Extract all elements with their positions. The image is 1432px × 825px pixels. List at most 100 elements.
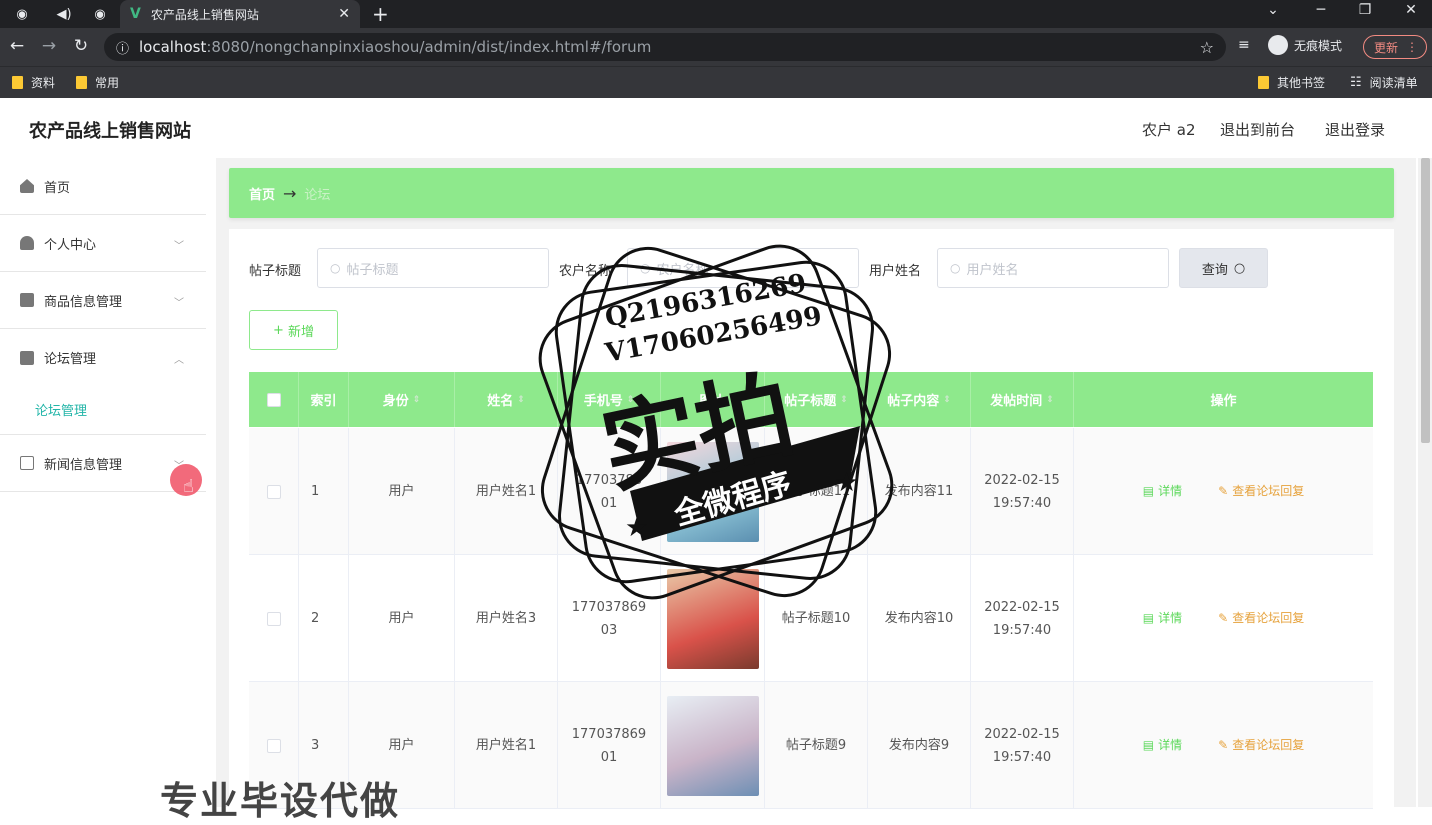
sidebar-item-label: 论坛管理 <box>44 352 97 367</box>
col-label: 索引 <box>310 394 337 409</box>
col-actions: 操作 <box>1074 372 1373 427</box>
sort-icon[interactable]: ⇕ <box>943 395 951 405</box>
sidebar-item-label: 个人中心 <box>44 237 97 253</box>
bookmark-folder-2[interactable]: 常用 <box>76 74 119 91</box>
sidebar-item-home[interactable]: 首页 <box>0 158 206 215</box>
cell-title: 帖子标题9 <box>765 682 868 809</box>
page-scrollbar[interactable] <box>1418 158 1432 807</box>
tab-close-icon[interactable]: ✕ <box>338 6 350 22</box>
pinned-tab-globe-icon[interactable]: ◉ <box>10 4 34 24</box>
address-bar[interactable]: ⓘ localhost :8080/nongchanpinxiaoshou/ad… <box>104 33 1226 61</box>
document-icon: ▤ <box>1142 611 1155 625</box>
url-path: :8080/nongchanpinxiaoshou/admin/dist/ind… <box>206 38 652 56</box>
sidebar-item-products[interactable]: 商品信息管理 ﹀ <box>0 272 206 329</box>
other-bookmarks[interactable]: 其他书签 <box>1258 74 1325 91</box>
sidebar-subitem-forum-management[interactable]: 论坛管理 <box>0 384 206 434</box>
site-info-icon[interactable]: ⓘ <box>116 38 129 57</box>
post-image[interactable] <box>666 695 759 796</box>
post-date: 2022-02-15 <box>984 472 1060 488</box>
scrollbar-thumb[interactable] <box>1421 158 1430 443</box>
sidebar-item-personal[interactable]: 个人中心 ﹀ <box>0 215 206 272</box>
sidebar-item-label: 新闻信息管理 <box>44 457 123 473</box>
bookmarks-bar: 资料 常用 其他书签 ☷ 阅读清单 <box>0 66 1432 98</box>
select-all-checkbox-cell[interactable] <box>249 372 299 427</box>
breadcrumb-home[interactable]: 首页 <box>249 184 275 203</box>
new-tab-icon[interactable]: + <box>372 2 389 26</box>
plus-icon: + <box>273 322 284 338</box>
minimize-icon[interactable]: ─ <box>1306 2 1336 18</box>
bookmark-label: 其他书签 <box>1277 76 1326 90</box>
sidebar-item-forum[interactable]: 论坛管理 ︿ <box>0 329 206 386</box>
window-close-icon[interactable]: ✕ <box>1396 2 1426 18</box>
pinned-tab-globe-icon-2[interactable]: ◉ <box>88 4 112 24</box>
select-all-checkbox[interactable] <box>266 392 281 407</box>
forward-arrow-icon[interactable]: → <box>38 36 60 56</box>
col-role[interactable]: 身份 ⇕ <box>349 372 455 427</box>
bookmark-star-icon[interactable]: ☆ <box>1200 38 1214 57</box>
bookmark-folder-1[interactable]: 资料 <box>12 74 55 91</box>
back-arrow-icon[interactable]: ← <box>6 36 28 56</box>
cell-role: 用户 <box>349 555 455 682</box>
svg-text:★: ★ <box>625 513 648 543</box>
cell-time: 2022-02-15 19:57:40 <box>971 428 1074 555</box>
detail-button[interactable]: ▤ 详情 <box>1143 734 1182 757</box>
detail-label: 详情 <box>1158 484 1183 498</box>
incognito-label: 无痕模式 <box>1294 38 1343 53</box>
folder-icon <box>12 76 23 89</box>
cell-name: 用户姓名1 <box>455 682 558 809</box>
sort-icon[interactable]: ⇕ <box>413 395 421 405</box>
sidebar-item-label: 首页 <box>44 180 71 196</box>
update-label: 更新 <box>1374 40 1399 55</box>
restore-icon[interactable]: ❐ <box>1350 2 1380 18</box>
col-label: 发帖时间 <box>990 394 1043 409</box>
edit-icon: ✎ <box>1218 484 1229 498</box>
add-button[interactable]: + 新增 <box>249 310 338 350</box>
row-checkbox-cell[interactable] <box>249 555 299 682</box>
view-replies-button[interactable]: ✎ 查看论坛回复 <box>1218 480 1304 503</box>
reading-list[interactable]: ☷ 阅读清单 <box>1350 74 1418 91</box>
current-user: 农户 a2 <box>1142 121 1196 139</box>
query-button[interactable]: 查询 ○ <box>1179 248 1268 288</box>
search-icon: ○ <box>1233 260 1246 276</box>
active-tab[interactable]: V 农产品线上销售网站 ✕ <box>120 0 360 28</box>
row-checkbox[interactable] <box>266 611 281 626</box>
reload-icon[interactable]: ↻ <box>70 36 92 56</box>
detail-button[interactable]: ▤ 详情 <box>1143 480 1182 503</box>
title-filter-input[interactable]: ○ 帖子标题 <box>317 248 549 288</box>
search-icon: ○ <box>950 261 961 275</box>
detail-label: 详情 <box>1158 611 1183 625</box>
view-replies-button[interactable]: ✎ 查看论坛回复 <box>1218 607 1304 630</box>
reply-label: 查看论坛回复 <box>1232 611 1305 625</box>
site-title: 农产品线上销售网站 <box>29 121 191 142</box>
col-label: 姓名 <box>487 394 514 409</box>
bookmark-label: 阅读清单 <box>1369 76 1418 90</box>
update-button[interactable]: 更新 ⋮ <box>1363 35 1427 59</box>
user-filter-input[interactable]: ○ 用户姓名 <box>937 248 1169 288</box>
svg-text:★: ★ <box>835 468 858 498</box>
logout-link[interactable]: 退出登录 <box>1325 119 1385 140</box>
tab-search-chevron-icon[interactable]: ⌄ <box>1258 2 1288 18</box>
table-row: 3 用户 用户姓名1 177037869 01 帖子标题9 发布内容9 2022-02-15 1… <box>249 682 1373 809</box>
cell-actions: ▤ 详情 ✎ 查看论坛回复 <box>1074 428 1373 555</box>
exit-to-front-link[interactable]: 退出到前台 <box>1220 119 1295 140</box>
cell-actions: ▤ 详情 ✎ 查看论坛回复 <box>1074 682 1373 809</box>
view-replies-button[interactable]: ✎ 查看论坛回复 <box>1218 734 1304 757</box>
reading-queue-icon[interactable]: ≡ <box>1238 37 1250 53</box>
col-index: 索引 <box>299 372 349 427</box>
pinned-tab-audio-icon[interactable]: ◀) <box>52 4 76 24</box>
cell-time: 2022-02-15 19:57:40 <box>971 555 1074 682</box>
detail-button[interactable]: ▤ 详情 <box>1143 607 1182 630</box>
col-time[interactable]: 发帖时间 ⇕ <box>971 372 1074 427</box>
col-label: 操作 <box>1210 394 1237 409</box>
cell-content: 发布内容9 <box>868 682 971 809</box>
post-date: 2022-02-15 <box>984 599 1060 615</box>
row-checkbox[interactable] <box>266 738 281 753</box>
menu-dots-icon: ⋮ <box>1406 40 1418 54</box>
row-checkbox[interactable] <box>266 484 281 499</box>
title-filter-placeholder: 帖子标题 <box>346 262 399 278</box>
sort-icon[interactable]: ⇕ <box>1046 395 1054 405</box>
breadcrumb-current: 论坛 <box>304 187 331 203</box>
sort-icon[interactable]: ⇕ <box>517 395 525 405</box>
row-checkbox-cell[interactable] <box>249 428 299 555</box>
incognito-indicator[interactable]: 无痕模式 <box>1268 35 1342 55</box>
